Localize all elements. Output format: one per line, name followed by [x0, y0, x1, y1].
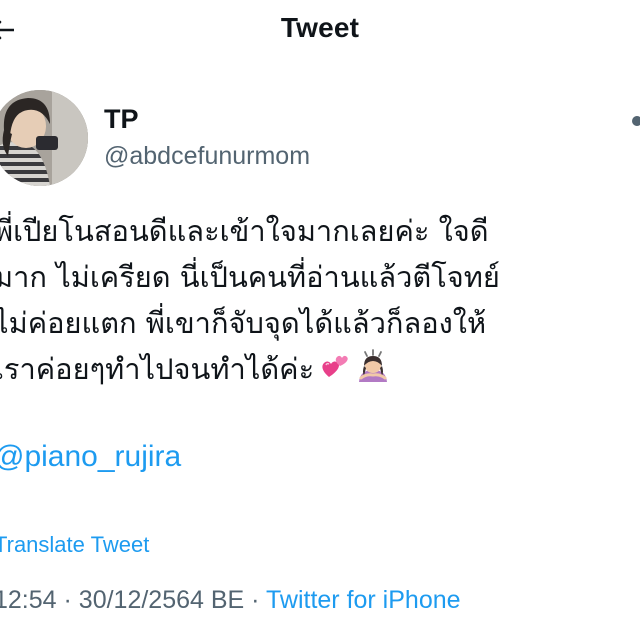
author-name[interactable]: TP [104, 104, 139, 135]
tweet-date[interactable]: 30/12/2564 BE [79, 586, 244, 614]
translate-tweet-link[interactable]: Translate Tweet [0, 532, 149, 558]
page-title: Tweet [280, 12, 360, 43]
tweet-line: พี่เปียโนสอนดีและเข้าใจมากเลยค่ะ ใจดี [0, 214, 489, 248]
tweet-line-last: เราค่อยๆทำไปจนทำได้ค่ะ [0, 346, 634, 392]
meta-separator: · [63, 586, 72, 614]
top-bar: Tweet [0, 0, 640, 62]
two-hearts-emoji [320, 348, 350, 394]
avatar[interactable] [0, 90, 88, 186]
more-options-icon[interactable] [632, 116, 640, 126]
mention-link[interactable]: @piano_rujira [0, 440, 181, 474]
tweet-line-text: เราค่อยๆทำไปจนทำได้ค่ะ [0, 352, 315, 386]
tweet-time[interactable]: 12:54 [0, 586, 57, 614]
tweet-source-link[interactable]: Twitter for iPhone [266, 586, 461, 614]
tweet-line: ไม่ค่อยแตก พี่เขาก็จับจุดได้แล้วก็ลองให้ [0, 306, 487, 340]
tweet-line: มาก ไม่เครียด นี่เป็นคนที่อ่านแล้วตีโจทย… [0, 260, 500, 294]
tweet-detail-screen: Tweet TP @abdcefunurmom พี่เปียโนสอนดีแล… [0, 0, 640, 640]
author-handle[interactable]: @abdcefunurmom [104, 142, 310, 171]
tweet-meta: 12:54 · 30/12/2564 BE · Twitter for iPho… [0, 586, 461, 615]
person-bowing-emoji [356, 348, 390, 395]
tweet-text: พี่เปียโนสอนดีและเข้าใจมากเลยค่ะ ใจดี มา… [0, 208, 634, 392]
meta-separator: · [251, 586, 260, 614]
